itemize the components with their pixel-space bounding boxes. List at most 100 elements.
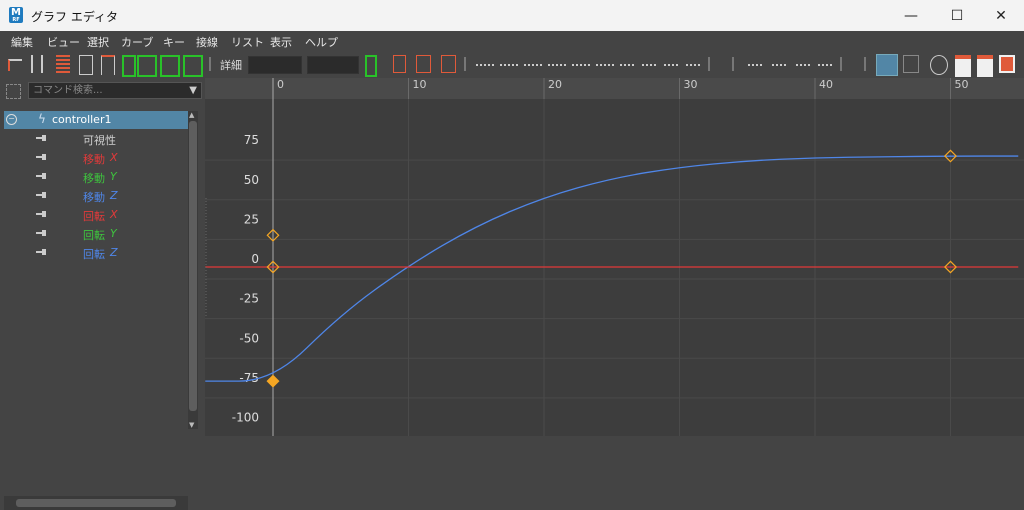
filter-icon[interactable]	[6, 84, 21, 99]
tree-node-label: controller1	[52, 113, 112, 126]
tangent-step-icon[interactable]	[524, 64, 542, 66]
x-tick-label: 50	[955, 78, 969, 91]
pre-cycle-icon[interactable]	[748, 64, 764, 66]
break-tangents-icon[interactable]	[572, 64, 590, 66]
attribute-axis-label: X	[110, 151, 118, 164]
y-tick-label: -25	[239, 292, 259, 306]
app-icon: M RF	[9, 7, 23, 23]
key-stats-icon[interactable]	[122, 55, 136, 77]
move-view-icon[interactable]	[930, 55, 948, 75]
channel-icon	[36, 230, 48, 236]
trax-editor-icon[interactable]	[977, 55, 993, 77]
scroll-down-icon[interactable]: ▼	[189, 421, 194, 429]
command-search-row: コマンド検索... ▼	[6, 82, 202, 100]
toolbar-separator	[864, 57, 866, 71]
frame-playback-icon[interactable]	[160, 55, 180, 77]
y-tick-label: -75	[239, 371, 259, 385]
attribute-axis-label: Z	[110, 189, 118, 202]
menu-keys[interactable]: キー	[163, 34, 185, 50]
app-icon-sub: RF	[12, 17, 20, 23]
channel-icon	[36, 173, 48, 179]
minimize-button[interactable]: —	[888, 0, 934, 31]
dropdown-icon[interactable]: ▼	[189, 83, 197, 99]
menu-edit[interactable]: 編集	[11, 34, 33, 50]
toolbar-separator	[209, 57, 211, 71]
move-keys-tool-icon[interactable]	[8, 59, 22, 71]
oscillate-icon[interactable]	[818, 64, 832, 66]
attribute-label: 回転	[83, 248, 105, 261]
attribute-axis-label: Y	[110, 227, 117, 240]
attribute-label: 移動	[83, 191, 105, 204]
stats-field-value[interactable]	[307, 56, 359, 74]
tree-attribute-row[interactable]: 可視性	[4, 130, 188, 148]
post-infinity-icon[interactable]	[686, 64, 700, 66]
toolbar-separator	[732, 57, 734, 71]
insert-key-tool-icon[interactable]	[31, 55, 43, 73]
attribute-axis-label: Y	[110, 170, 117, 183]
collapse-icon[interactable]: −	[6, 114, 17, 125]
menu-help[interactable]: ヘルプ	[305, 34, 338, 50]
tangent-linear-icon[interactable]	[416, 55, 431, 73]
key-tangent-icon[interactable]	[476, 64, 494, 66]
scroll-thumb[interactable]	[189, 121, 197, 411]
minimize-icon: —	[904, 7, 918, 24]
window-title: グラフ エディタ	[31, 10, 118, 24]
dope-sheet-icon[interactable]	[999, 55, 1015, 73]
maximize-button[interactable]: ☐	[934, 0, 980, 31]
menu-select[interactable]: 選択	[87, 34, 109, 50]
close-button[interactable]: ✕	[978, 0, 1024, 31]
lock-tangent-weight-icon[interactable]	[642, 64, 656, 66]
tree-attribute-row[interactable]: 回転 Y	[4, 225, 188, 243]
attribute-label: 回転	[83, 229, 105, 242]
command-search-input[interactable]: コマンド検索... ▼	[28, 82, 202, 99]
stats-field-time[interactable]	[248, 56, 302, 74]
toolbar: 詳細	[0, 50, 1024, 78]
stacked-curves-icon[interactable]	[876, 54, 898, 76]
menu-show[interactable]: 表示	[270, 34, 292, 50]
lattice-tool-icon[interactable]	[56, 55, 70, 73]
frame-center-icon[interactable]	[183, 55, 203, 77]
unify-tangents-icon[interactable]	[596, 64, 614, 66]
toolbar-separator	[464, 57, 466, 71]
tree-attribute-row[interactable]: 移動 Y	[4, 168, 188, 186]
y-tick-label: 0	[251, 252, 259, 266]
attribute-label: 移動	[83, 153, 105, 166]
search-placeholder: コマンド検索...	[33, 85, 103, 96]
channel-icon	[36, 192, 48, 198]
graph-view[interactable]: 0 10 20 30 40 50 75 50 25 0 -25 -50 -75 -100	[205, 78, 1024, 436]
menu-tangents[interactable]: 接線	[196, 34, 218, 50]
buffer-curve-icon[interactable]	[365, 55, 377, 77]
tangent-clamped-icon[interactable]	[441, 55, 456, 73]
region-tool-icon[interactable]	[79, 55, 93, 75]
auto-frame-icon[interactable]	[137, 55, 157, 77]
normalized-curves-icon[interactable]	[903, 55, 919, 73]
scroll-up-icon[interactable]: ▲	[189, 111, 194, 119]
menu-list[interactable]: リスト	[231, 34, 264, 50]
cycle-offset-icon[interactable]	[796, 64, 812, 66]
pre-infinity-icon[interactable]	[664, 64, 678, 66]
y-tick-label: -100	[232, 411, 259, 425]
attribute-label: 移動	[83, 172, 105, 185]
tree-attribute-row[interactable]: 回転 Z	[4, 244, 188, 262]
x-tick-label: 10	[413, 78, 427, 91]
menu-view[interactable]: ビュー	[47, 34, 80, 50]
tangent-flat-icon[interactable]	[500, 64, 518, 66]
retime-tool-icon[interactable]	[101, 55, 115, 75]
outliner-vertical-scrollbar[interactable]: ▲ ▼	[188, 111, 198, 429]
tree-attribute-row[interactable]: 移動 Z	[4, 187, 188, 205]
post-cycle-icon[interactable]	[772, 64, 788, 66]
menu-curves[interactable]: カーブ	[121, 34, 153, 50]
tree-node-controller[interactable]: − ϟ controller1	[4, 111, 188, 129]
scroll-thumb[interactable]	[16, 499, 176, 507]
detail-label: 詳細	[220, 59, 242, 72]
free-tangent-weight-icon[interactable]	[620, 64, 634, 66]
tangent-spline-icon[interactable]	[393, 55, 406, 73]
time-editor-icon[interactable]	[955, 55, 971, 77]
curve-node-icon: ϟ	[38, 112, 46, 126]
tree-attribute-row[interactable]: 移動 X	[4, 149, 188, 167]
graph-background	[205, 78, 1024, 436]
toolbar-separator	[708, 57, 710, 71]
tree-attribute-row[interactable]: 回転 X	[4, 206, 188, 224]
tangent-plateau-icon[interactable]	[548, 64, 566, 66]
outliner-horizontal-scrollbar[interactable]	[4, 496, 188, 510]
